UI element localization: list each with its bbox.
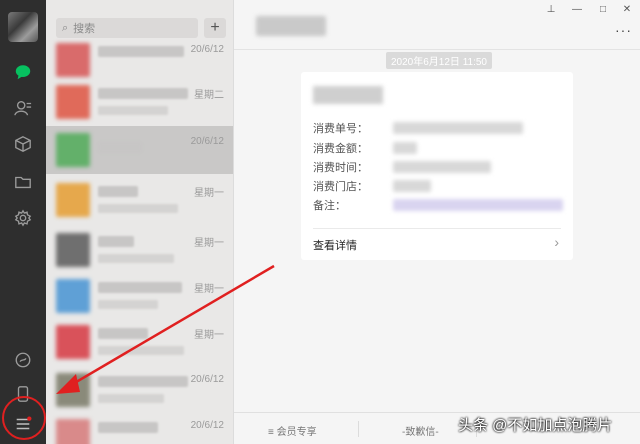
minimize-button[interactable]: — (570, 4, 584, 15)
card-title-redacted (313, 86, 383, 104)
value-redacted (393, 180, 431, 192)
chat-time: 星期一 (194, 330, 224, 341)
menu-label: 致歉信 (405, 427, 436, 438)
chat-avatar (56, 373, 90, 407)
chat-name-redacted (98, 282, 182, 293)
chat-time: 20/6/12 (190, 374, 224, 385)
more-icon[interactable]: ··· (615, 22, 632, 38)
card-divider (313, 228, 561, 229)
chat-icon[interactable] (13, 62, 33, 82)
chat-list-item[interactable]: 20/6/12 (46, 36, 233, 84)
consumption-card[interactable]: 消费单号： 消费金额： 消费时间： 消费门店： 备注： 查看详情 › (301, 72, 573, 260)
value-redacted (393, 199, 563, 211)
chat-list: ⌕ 搜索 + 20/6/12 星期二 20/6/12 星期一 星期一 星期一 星… (46, 0, 234, 444)
chat-time: 星期一 (194, 284, 224, 295)
value-redacted (393, 122, 523, 134)
value-redacted (393, 142, 417, 154)
folder-icon[interactable] (13, 172, 33, 192)
pin-icon[interactable]: ⊥ (544, 4, 558, 15)
menu-label: 会员专享 (276, 427, 317, 438)
chat-list-item-active[interactable]: 20/6/12 (46, 126, 233, 174)
chat-pane: ⊥ — □ ✕ ··· 2020年6月12日 11:50 消费单号： 消费金额：… (234, 0, 640, 444)
view-details-link[interactable]: 查看详情 (313, 237, 357, 253)
search-placeholder: 搜索 (73, 23, 96, 35)
maximize-button[interactable]: □ (596, 4, 610, 15)
user-avatar[interactable] (8, 12, 38, 42)
chat-name-redacted (98, 376, 188, 387)
chevron-right-icon: › (554, 234, 559, 250)
chat-name-redacted (98, 236, 134, 247)
value-redacted (393, 161, 491, 173)
chat-name-redacted (98, 186, 138, 197)
chat-avatar (56, 233, 90, 267)
chat-avatar (56, 419, 90, 444)
chat-title-redacted (256, 16, 326, 36)
chat-list-item[interactable]: 20/6/12 (46, 366, 233, 414)
contacts-icon[interactable] (13, 98, 33, 118)
menu-separator (358, 421, 359, 437)
settings-icon[interactable] (13, 208, 33, 228)
chat-preview-redacted (98, 204, 178, 213)
chat-name-redacted (98, 422, 158, 433)
nav-rail (0, 0, 46, 444)
box-icon[interactable] (13, 134, 33, 154)
chat-name-redacted (98, 328, 148, 339)
mini-program-icon[interactable] (13, 350, 33, 370)
field-time: 消费时间： (313, 162, 368, 174)
field-amount: 消费金额： (313, 143, 368, 155)
search-input[interactable]: ⌕ 搜索 (56, 18, 198, 38)
watermark: 头条 @不如加点泡腾片 (458, 417, 613, 434)
message-timestamp: 2020年6月12日 11:50 (386, 52, 492, 69)
menu-apology[interactable]: -致歉信- (402, 423, 439, 438)
chat-name-redacted (98, 142, 142, 153)
chat-list-item[interactable]: 星期一 (46, 318, 233, 366)
chat-list-item[interactable]: 20/6/12 (46, 412, 233, 444)
field-remark: 备注： (313, 200, 346, 212)
chat-time: 星期一 (194, 238, 224, 249)
menu-member-benefits[interactable]: ≡ 会员专享 (268, 423, 317, 438)
chat-name-redacted (98, 88, 188, 99)
search-icon: ⌕ (62, 21, 69, 34)
close-button[interactable]: ✕ (620, 4, 634, 15)
chat-preview-redacted (98, 106, 168, 115)
field-order-number: 消费单号： (313, 123, 368, 135)
add-button[interactable]: + (204, 18, 226, 38)
field-store: 消费门店： (313, 181, 368, 193)
chat-name-redacted (98, 46, 184, 57)
chat-avatar (56, 133, 90, 167)
chat-preview-redacted (98, 300, 158, 309)
chat-time: 星期二 (194, 90, 224, 101)
chat-avatar (56, 43, 90, 77)
chat-preview-redacted (98, 254, 174, 263)
chat-list-item[interactable]: 星期一 (46, 272, 233, 320)
chat-list-item[interactable]: 星期一 (46, 226, 233, 274)
chat-preview-redacted (98, 346, 184, 355)
chat-time: 20/6/12 (190, 136, 224, 147)
highlight-circle (2, 396, 46, 440)
chat-avatar (56, 279, 90, 313)
chat-preview-redacted (98, 394, 164, 403)
chat-avatar (56, 325, 90, 359)
chat-time: 星期一 (194, 188, 224, 199)
chat-time: 20/6/12 (190, 420, 224, 431)
chat-list-item[interactable]: 星期一 (46, 176, 233, 224)
chat-list-item[interactable]: 星期二 (46, 78, 233, 126)
chat-avatar (56, 85, 90, 119)
chat-time: 20/6/12 (190, 44, 224, 55)
chat-avatar (56, 183, 90, 217)
chat-header: ⊥ — □ ✕ ··· (234, 0, 640, 50)
